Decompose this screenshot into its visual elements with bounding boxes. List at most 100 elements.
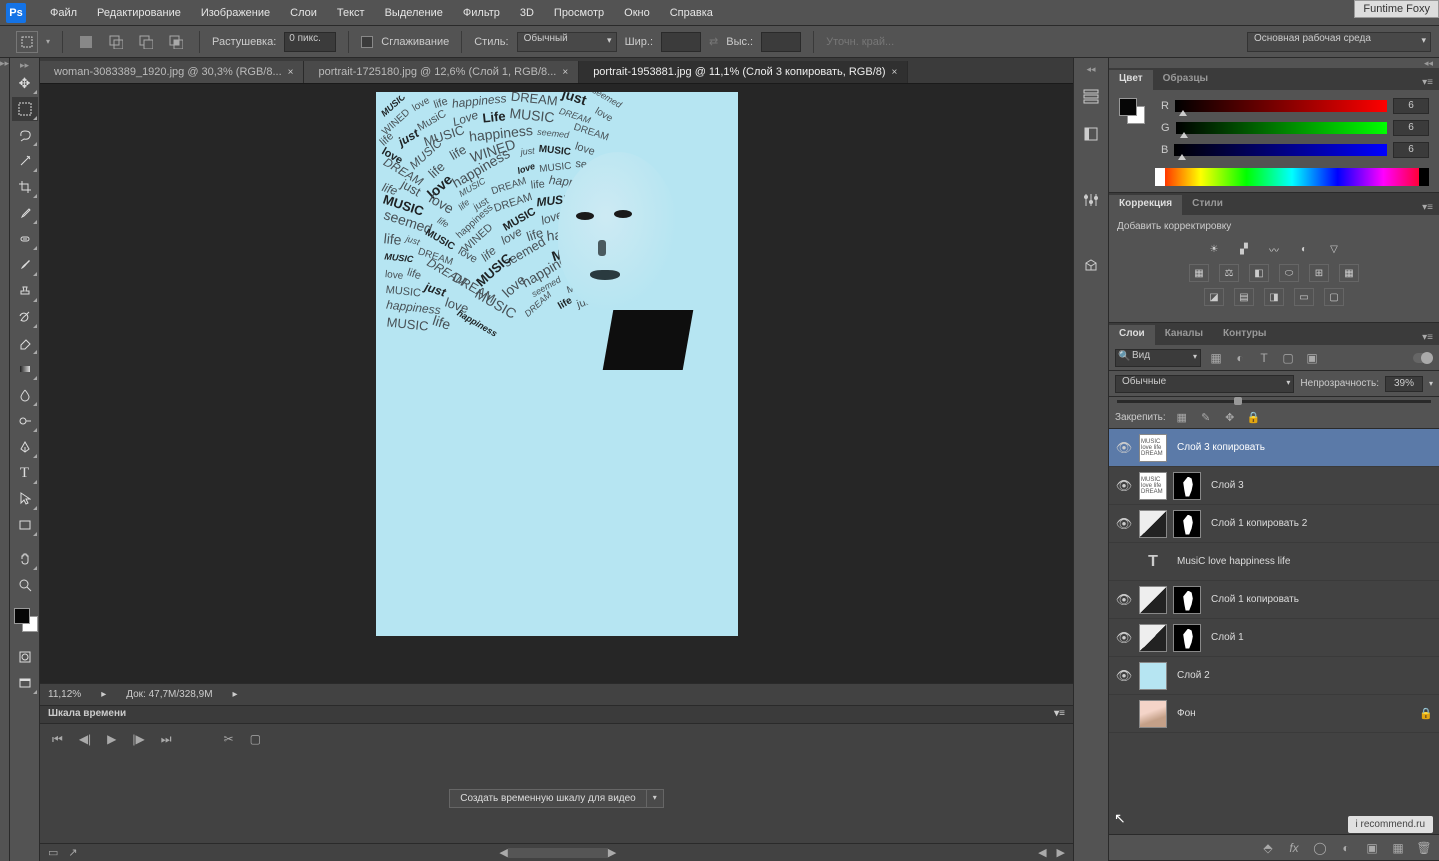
tab-adjustments[interactable]: Коррекция [1109, 195, 1182, 215]
layer-visibility-icon[interactable]: 👁 [1115, 516, 1133, 532]
menu-изображение[interactable]: Изображение [191, 7, 280, 19]
document-tab[interactable]: woman-3083389_1920.jpg @ 30,3% (RGB/8...… [40, 61, 304, 83]
create-timeline-dropdown-icon[interactable]: ▾ [646, 789, 664, 808]
layer-thumb[interactable] [1139, 624, 1167, 652]
layer-visibility-icon[interactable]: 👁 [1115, 668, 1133, 684]
tl-cut-icon[interactable]: ✂ [224, 732, 234, 746]
create-video-timeline-button[interactable]: Создать временную шкалу для видео [449, 789, 647, 808]
layer-visibility-icon[interactable]: 👁 [1115, 478, 1133, 494]
layer-name[interactable]: MusiC love happiness life [1177, 556, 1290, 567]
layer-row[interactable]: 👁MUSIC love life DREAMСлой 3 копировать [1109, 429, 1439, 467]
adjust-panel-menu-icon[interactable]: ▾≡ [1416, 200, 1439, 215]
tl-zoom-out-icon[interactable]: ▭ [48, 846, 58, 859]
g-value[interactable]: 6 [1393, 120, 1429, 136]
properties-panel-icon[interactable] [1078, 121, 1104, 147]
add-selection-icon[interactable] [105, 31, 127, 53]
bw-adj-icon[interactable]: ◧ [1249, 264, 1269, 282]
filter-shape-icon[interactable]: ▢ [1279, 349, 1297, 367]
b-slider[interactable] [1174, 144, 1387, 156]
antialias-checkbox[interactable] [361, 36, 373, 48]
menu-слои[interactable]: Слои [280, 7, 327, 19]
blend-mode-select[interactable]: Обычные [1115, 375, 1294, 393]
new-group-icon[interactable]: ▣ [1363, 839, 1381, 857]
layer-name[interactable]: Слой 1 копировать 2 [1211, 518, 1307, 529]
selectivecolor-adj-icon[interactable]: ▢ [1324, 288, 1344, 306]
healing-tool-icon[interactable] [12, 227, 38, 251]
blur-tool-icon[interactable] [12, 383, 38, 407]
adjustments-panel-icon[interactable] [1078, 187, 1104, 213]
layer-row[interactable]: 👁Слой 1 копировать [1109, 581, 1439, 619]
refine-edge-button[interactable]: Уточн. край... [826, 36, 894, 48]
layer-visibility-icon[interactable]: 👁 [1115, 630, 1133, 646]
document-tab[interactable]: portrait-1725180.jpg @ 12,6% (Слой 1, RG… [304, 61, 579, 83]
brightness-adj-icon[interactable]: ☀ [1204, 240, 1224, 258]
tl-transition-icon[interactable]: ▢ [250, 732, 261, 746]
timeline-menu-icon[interactable]: ▾≡ [1054, 708, 1065, 721]
workspace-select[interactable]: Основная рабочая среда [1247, 32, 1431, 52]
layers-panel-menu-icon[interactable]: ▾≡ [1416, 330, 1439, 345]
layer-row[interactable]: TMusiC love happiness life [1109, 543, 1439, 581]
layer-name[interactable]: Слой 2 [1177, 670, 1210, 681]
move-tool-icon[interactable]: ✥ [12, 71, 38, 95]
threshold-adj-icon[interactable]: ◨ [1264, 288, 1284, 306]
invert-adj-icon[interactable]: ◪ [1204, 288, 1224, 306]
colorbalance-adj-icon[interactable]: ⚖ [1219, 264, 1239, 282]
history-panel-icon[interactable] [1078, 83, 1104, 109]
tl-first-icon[interactable]: ⏮ [52, 732, 63, 747]
menu-редактирование[interactable]: Редактирование [87, 7, 191, 19]
tab-close-icon[interactable]: × [288, 67, 294, 78]
zoom-value[interactable]: 11,12% [48, 689, 81, 700]
tab-close-icon[interactable]: × [562, 67, 568, 78]
lock-pixels-icon[interactable]: ✎ [1198, 410, 1214, 426]
history-brush-tool-icon[interactable] [12, 305, 38, 329]
filter-smart-icon[interactable]: ▣ [1303, 349, 1321, 367]
layer-row[interactable]: 👁 Слой 1 копировать 2 [1109, 505, 1439, 543]
curves-adj-icon[interactable]: 〰 [1264, 240, 1284, 258]
marquee-tool-icon[interactable] [12, 97, 38, 121]
tab-color[interactable]: Цвет [1109, 70, 1153, 90]
filter-type-icon[interactable]: T [1255, 349, 1273, 367]
opacity-value[interactable]: 39% [1385, 376, 1423, 392]
eyedropper-tool-icon[interactable] [12, 201, 38, 225]
tl-export-icon[interactable]: ↗ [68, 846, 77, 859]
tl-play-icon[interactable]: ▶ [107, 732, 116, 746]
lock-all-icon[interactable]: 🔒 [1246, 410, 1262, 426]
r-value[interactable]: 6 [1393, 98, 1429, 114]
feather-input[interactable]: 0 пикс. [284, 32, 336, 52]
layer-row[interactable]: 👁 Слой 2 [1109, 657, 1439, 695]
filter-pixel-icon[interactable]: ▦ [1207, 349, 1225, 367]
swap-wh-icon[interactable]: ⇄ [709, 35, 718, 48]
layer-thumb[interactable] [1139, 700, 1167, 728]
layer-name[interactable]: Слой 1 [1211, 632, 1244, 643]
lock-transparency-icon[interactable]: ▦ [1174, 410, 1190, 426]
zoom-stepper-icon[interactable]: ▸ [101, 689, 106, 700]
tool-preset-icon[interactable] [16, 31, 38, 53]
tab-channels[interactable]: Каналы [1155, 325, 1213, 345]
quickmask-icon[interactable] [12, 645, 38, 669]
tab-close-icon[interactable]: × [892, 67, 898, 78]
layer-thumb[interactable]: MUSIC love life DREAM [1139, 434, 1167, 462]
wand-tool-icon[interactable] [12, 149, 38, 173]
g-slider[interactable] [1176, 122, 1387, 134]
spectrum-ramp[interactable] [1155, 168, 1429, 186]
photofilter-adj-icon[interactable]: ⬭ [1279, 264, 1299, 282]
screenmode-icon[interactable] [12, 671, 38, 695]
posterize-adj-icon[interactable]: ▤ [1234, 288, 1254, 306]
canvas-viewport[interactable]: MUSIClovelifehappinessDREAMjustseemedWIN… [40, 84, 1073, 683]
brush-tool-icon[interactable] [12, 253, 38, 277]
levels-adj-icon[interactable]: ▞ [1234, 240, 1254, 258]
layer-mask-thumb[interactable] [1173, 510, 1201, 538]
type-tool-icon[interactable]: T [12, 461, 38, 485]
subtract-selection-icon[interactable] [135, 31, 157, 53]
layer-mask-thumb[interactable] [1173, 624, 1201, 652]
menu-текст[interactable]: Текст [327, 7, 375, 19]
new-selection-icon[interactable] [75, 31, 97, 53]
gradientmap-adj-icon[interactable]: ▭ [1294, 288, 1314, 306]
color-panel-menu-icon[interactable]: ▾≡ [1416, 75, 1439, 90]
layer-thumb[interactable] [1139, 586, 1167, 614]
layer-fx-icon[interactable]: fx [1285, 839, 1303, 857]
menu-окно[interactable]: Окно [614, 7, 660, 19]
pen-tool-icon[interactable] [12, 435, 38, 459]
layer-filter-toggle[interactable] [1413, 353, 1433, 363]
layer-thumb[interactable]: MUSIC love life DREAM [1139, 472, 1167, 500]
